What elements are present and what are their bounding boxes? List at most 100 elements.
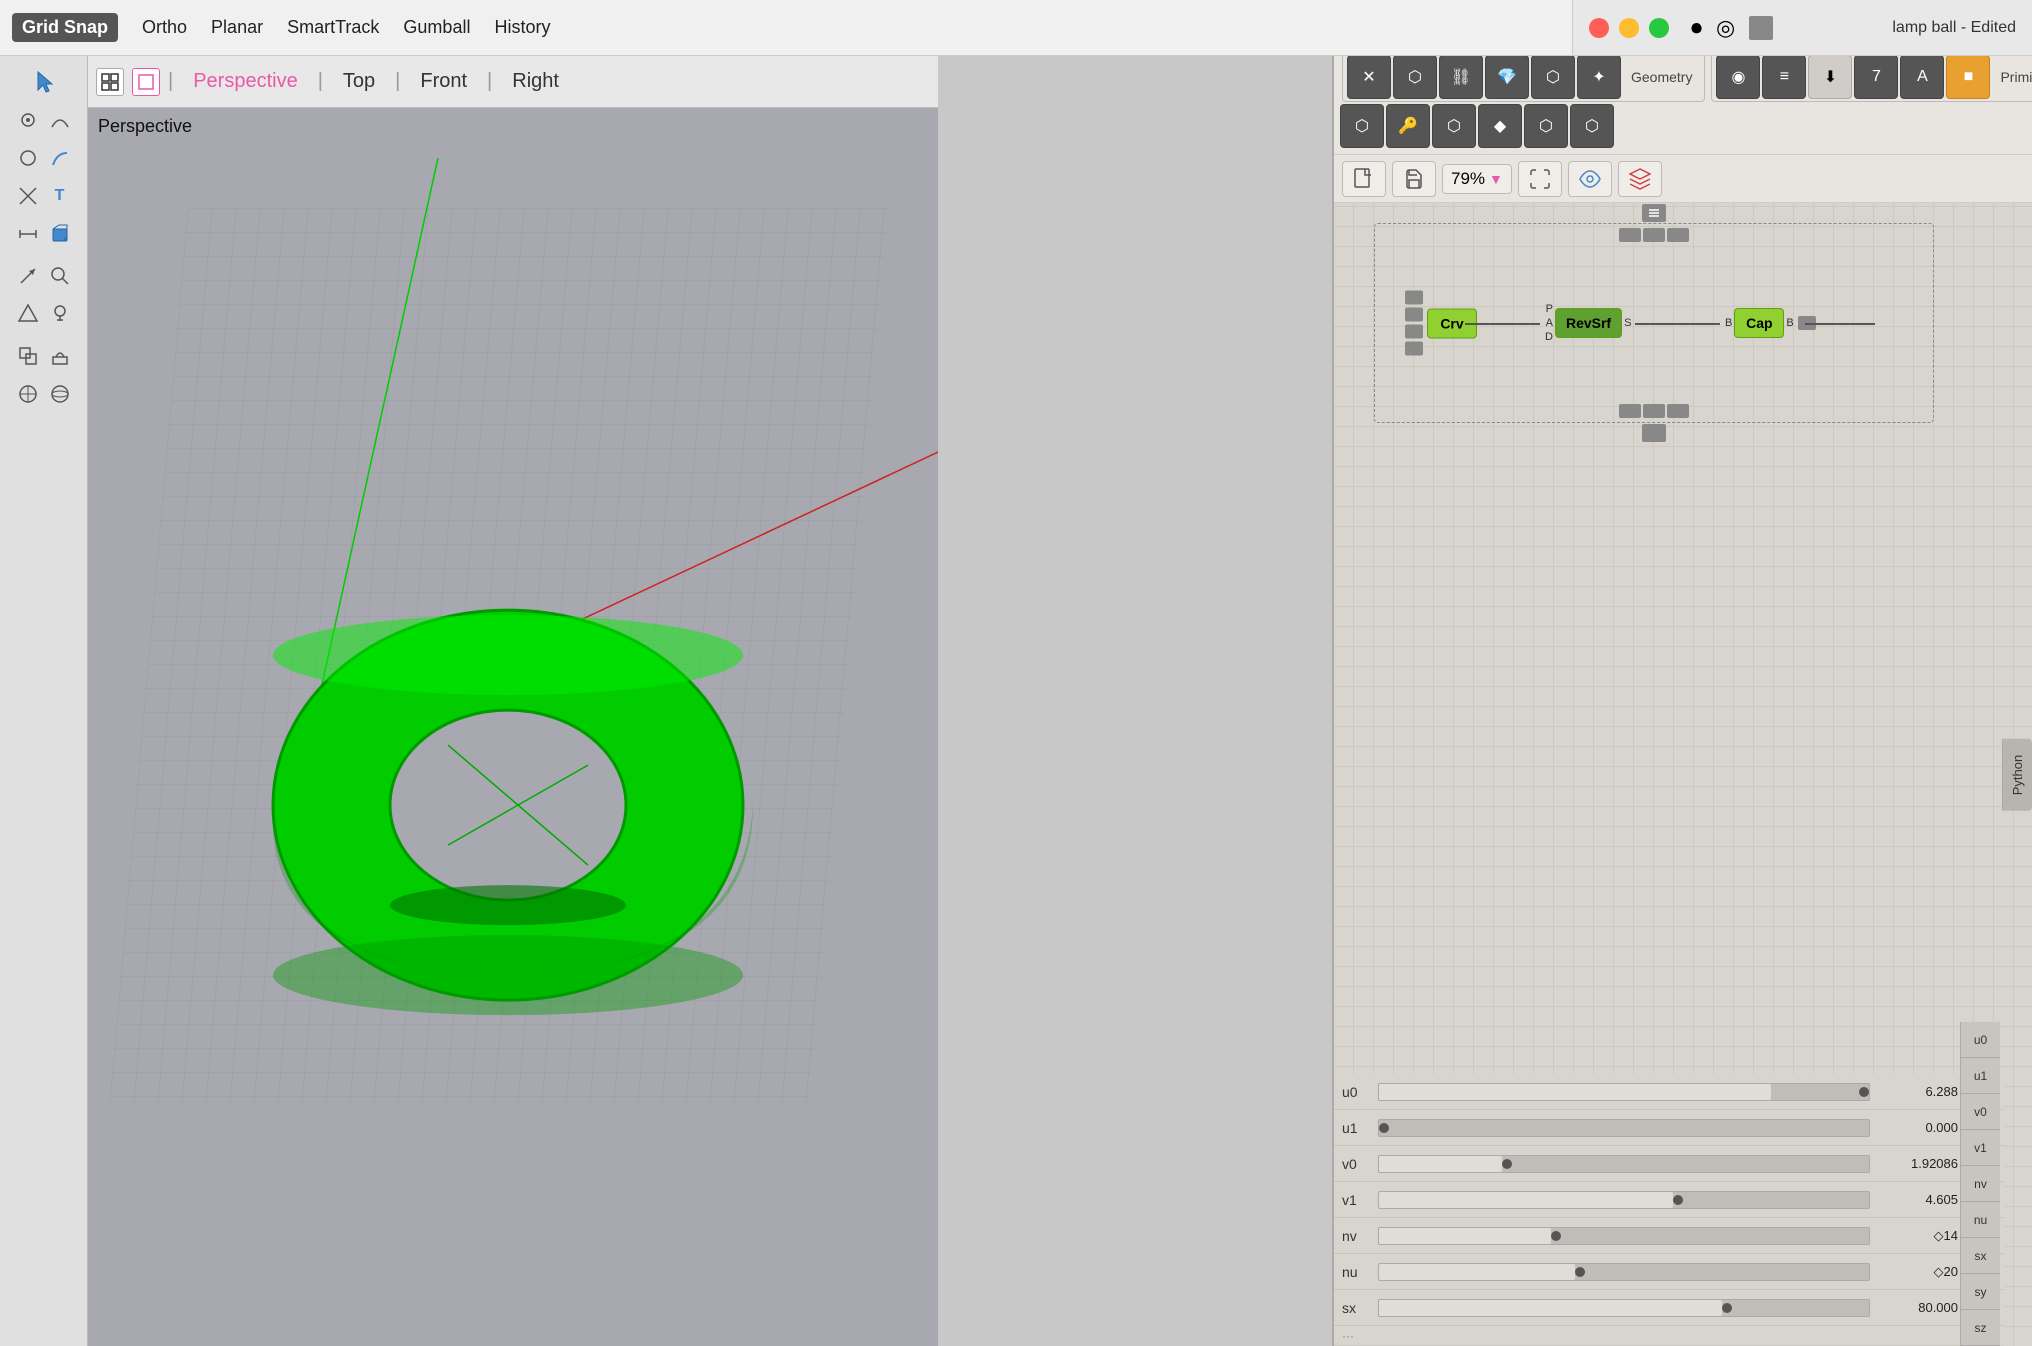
palette-icon-orange[interactable]: ■: [1946, 55, 1990, 99]
crv-port-3[interactable]: [1405, 342, 1423, 356]
right-label-v0: v0: [1961, 1094, 2000, 1130]
node-arrow-right[interactable]: [1643, 228, 1665, 242]
palette-icon-bars[interactable]: ≡: [1762, 55, 1806, 99]
cap-node[interactable]: Cap: [1734, 308, 1784, 338]
palette-row2-icon5[interactable]: ⬡: [1524, 104, 1568, 148]
right-label-u0: u0: [1961, 1022, 2000, 1058]
tool-point[interactable]: [13, 102, 43, 138]
crv-port-0[interactable]: [1405, 291, 1423, 305]
tool-pan[interactable]: [13, 376, 43, 412]
param-nv-slider[interactable]: [1378, 1227, 1870, 1245]
node-bottom-list-icon[interactable]: [1642, 424, 1666, 442]
perspective-viewport[interactable]: Perspective: [88, 108, 938, 1346]
gumball-toggle[interactable]: Gumball: [403, 17, 470, 38]
param-u1-slider[interactable]: [1378, 1119, 1870, 1137]
maximize-button[interactable]: [1649, 18, 1669, 38]
palette-row2-icon3[interactable]: ⬡: [1432, 104, 1476, 148]
gh-canvas[interactable]: Crv P A D RevSrf S B: [1334, 203, 2032, 1346]
param-u0-slider[interactable]: [1378, 1083, 1870, 1101]
palette-row2-icon6[interactable]: ⬡: [1570, 104, 1614, 148]
tab-top[interactable]: Top: [327, 66, 391, 97]
tab-front[interactable]: Front: [404, 66, 483, 97]
zoom-value: 79%: [1451, 169, 1485, 189]
palette-icon-circle[interactable]: ⬡: [1393, 55, 1437, 99]
tab-right[interactable]: Right: [496, 66, 575, 97]
python-label: Python: [2006, 746, 2029, 802]
palette-icon-hex2[interactable]: 7: [1854, 55, 1898, 99]
revsrf-node[interactable]: RevSrf: [1555, 308, 1622, 338]
crv-port-2[interactable]: [1405, 325, 1423, 339]
tool-dimension[interactable]: [13, 216, 43, 252]
tab-perspective[interactable]: Perspective: [177, 66, 314, 97]
tool-box[interactable]: [13, 338, 43, 374]
bake-button[interactable]: [1618, 161, 1662, 197]
node-bottom-arrow1[interactable]: [1619, 404, 1641, 418]
smarttrack-toggle[interactable]: SmartTrack: [287, 17, 379, 38]
param-sx-slider[interactable]: [1378, 1299, 1870, 1317]
tool-select[interactable]: [12, 64, 76, 100]
top-toolbar: Grid Snap Ortho Planar SmartTrack Gumbal…: [0, 0, 2032, 56]
palette-row2-icon1[interactable]: ⬡: [1340, 104, 1384, 148]
tool-curve[interactable]: [45, 102, 75, 138]
right-labels-column: u0 u1 v0 v1 nv nu sx sy sz: [1960, 1022, 2000, 1346]
target-icon[interactable]: ◎: [1716, 15, 1735, 41]
new-file-button[interactable]: [1342, 161, 1386, 197]
node-list-icon[interactable]: [1642, 204, 1666, 222]
node-arrow-down[interactable]: [1667, 228, 1689, 242]
tool-light[interactable]: [45, 296, 75, 332]
tool-magnify[interactable]: [45, 258, 75, 294]
save-button[interactable]: [1392, 161, 1436, 197]
planar-toggle[interactable]: Planar: [211, 17, 263, 38]
viewport-tabs-bar: | Perspective | Top | Front | Right: [88, 56, 938, 108]
tool-solid[interactable]: [45, 216, 75, 252]
param-nv-row: nv ◇14: [1334, 1218, 2004, 1254]
param-u1-row: u1 0.000: [1334, 1110, 2004, 1146]
crv-node[interactable]: Crv: [1427, 308, 1477, 338]
palette-icon-circle2[interactable]: ◉: [1716, 55, 1760, 99]
tool-stamp[interactable]: [45, 338, 75, 374]
close-button[interactable]: [1589, 18, 1609, 38]
palette-icon-star[interactable]: ✦: [1577, 55, 1621, 99]
tool-sphere[interactable]: [45, 376, 75, 412]
palette-icon-download[interactable]: ⬇: [1808, 55, 1852, 99]
palette-icon-x[interactable]: ✕: [1347, 55, 1391, 99]
viewport-grid-icon[interactable]: [96, 68, 124, 96]
palette-icon-A[interactable]: A: [1900, 55, 1944, 99]
preview-toggle-button[interactable]: [1568, 161, 1612, 197]
param-v0-slider[interactable]: [1378, 1155, 1870, 1173]
node-bottom-arrow3[interactable]: [1667, 404, 1689, 418]
viewport-single-icon[interactable]: [132, 68, 160, 96]
palette-row2-icon2[interactable]: 🔑: [1386, 104, 1430, 148]
param-v1-row: v1 4.605: [1334, 1182, 2004, 1218]
param-v1-slider[interactable]: [1378, 1191, 1870, 1209]
tool-circle[interactable]: [13, 140, 43, 176]
param-u0-row: u0 6.288: [1334, 1074, 2004, 1110]
param-nu-value: ◇20: [1878, 1264, 1958, 1280]
zoom-display[interactable]: 79% ▼: [1442, 164, 1512, 194]
tool-sweep[interactable]: [45, 140, 75, 176]
tool-arrow[interactable]: [13, 258, 43, 294]
node-bottom-arrow2[interactable]: [1643, 404, 1665, 418]
history-toggle[interactable]: History: [494, 17, 550, 38]
grid-snap-button[interactable]: Grid Snap: [12, 13, 118, 42]
param-u0-value: 6.288: [1878, 1084, 1958, 1099]
param-nu-slider[interactable]: [1378, 1263, 1870, 1281]
palette-row2-icon4[interactable]: ◆: [1478, 104, 1522, 148]
port-D: D: [1545, 331, 1553, 343]
right-label-sx: sx: [1961, 1238, 2000, 1274]
ortho-toggle[interactable]: Ortho: [142, 17, 187, 38]
crv-port-1[interactable]: [1405, 308, 1423, 322]
palette-icon-hex1[interactable]: ⬡: [1531, 55, 1575, 99]
minimize-button[interactable]: [1619, 18, 1639, 38]
tool-shape[interactable]: [13, 296, 43, 332]
python-tab[interactable]: Python: [2002, 738, 2032, 810]
palette-icon-chain[interactable]: ⛓: [1439, 55, 1483, 99]
tool-text[interactable]: T: [45, 178, 75, 214]
record-icon[interactable]: ⏺: [1691, 15, 1702, 41]
tool-trim[interactable]: [13, 178, 43, 214]
right-label-nu: nu: [1961, 1202, 2000, 1238]
palette-icon-gem[interactable]: 💎: [1485, 55, 1529, 99]
fit-view-button[interactable]: [1518, 161, 1562, 197]
cap-out-port[interactable]: [1798, 316, 1816, 330]
node-arrow-left[interactable]: [1619, 228, 1641, 242]
